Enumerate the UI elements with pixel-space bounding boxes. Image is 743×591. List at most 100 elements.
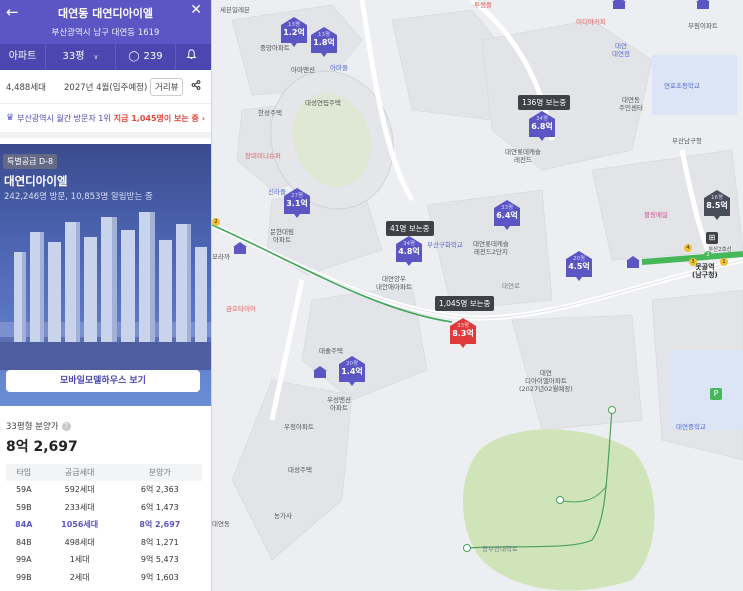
map-label: 아마플: [330, 64, 348, 72]
table-header: 분양가: [117, 464, 202, 481]
close-icon[interactable]: ✕: [190, 2, 202, 18]
price-pin[interactable]: 13평 1.8억: [311, 27, 337, 57]
chevron-down-icon: ∨: [93, 53, 99, 61]
complex-info-row: 4,488세대 2027년 4월(입주예정) 거리뷰: [0, 70, 211, 104]
map-view[interactable]: 세븐일레븐 중앙아파트 아마맨션 아마플 대성연립주택 한성주택 장미미니슈퍼 …: [212, 0, 743, 591]
viewing-now-link[interactable]: 지금 1,045명이 보는 중 ›: [114, 113, 205, 124]
exit-badge-icon: 2: [212, 218, 220, 226]
complex-marker-icon[interactable]: [612, 0, 626, 9]
map-label: 대연 디아이엘아파트 (2027년02월예정): [519, 369, 573, 393]
table-cell: 233세대: [64, 502, 95, 512]
exit-badge-icon: 2: [704, 251, 712, 259]
share-icon[interactable]: [191, 80, 201, 93]
rank-row: ♛ 부산광역시 월간 방문자 1위 지금 1,045명이 보는 중 ›: [0, 104, 211, 138]
table-row[interactable]: 99A 1세대 9억 5,473: [6, 551, 202, 569]
price-section: 33평형 분양가 ? 8억 2,697 타입 공급세대 분양가 59A 592세대…: [0, 414, 211, 586]
selected-price-pin[interactable]: 33평 8.3억: [450, 318, 476, 348]
pin-price: 6.4억: [496, 211, 518, 220]
table-cell: 9억 1,603: [140, 572, 179, 582]
price-pin[interactable]: 34평 6.8억: [529, 111, 555, 141]
table-cell: 2세대: [69, 572, 90, 582]
map-label: 부산구화학교: [427, 241, 463, 249]
price-pin[interactable]: 13평 1.2억: [281, 17, 307, 47]
map-label: 대연롯데캐슬 레전드: [505, 148, 541, 164]
map-label: 모라까: [212, 253, 230, 261]
price-value: 8억 2,697: [6, 439, 78, 455]
complex-marker-icon[interactable]: [313, 366, 327, 378]
viewers-tag[interactable]: 41명 보는중: [386, 221, 434, 236]
map-label: 대연 대연점: [612, 42, 630, 58]
pin-price: 6.8억: [531, 122, 553, 131]
viewers-tag[interactable]: 136명 보는중: [518, 95, 571, 110]
banner-stats: 242,246명 방문, 10,853명 알림받는 중: [4, 192, 153, 202]
chat-bubble-icon: ◯: [128, 51, 140, 62]
station-label: 못골역 (남구청): [692, 263, 718, 279]
promo-banner[interactable]: 특별공급 D-8 대연디아이엘 242,246명 방문, 10,853명 알림받…: [0, 144, 211, 406]
detail-panel: ← 대연동 대연디아이엘 ✕ 부산광역시 남구 대연동 1619 아파트 33평…: [0, 0, 212, 591]
move-in-date: 2027년 4월(입주예정): [64, 82, 148, 93]
apartment-rendering-image: [0, 212, 211, 370]
table-row[interactable]: 59B 233세대 6억 1,473: [6, 499, 202, 517]
table-cell: 59B: [15, 502, 32, 512]
table-row[interactable]: 99B 2세대 9억 1,603: [6, 569, 202, 587]
viewers-tag[interactable]: 1,045명 보는중: [435, 296, 495, 311]
complex-marker-icon[interactable]: [626, 256, 640, 268]
price-pin[interactable]: 20평 4.5억: [566, 251, 592, 281]
map-label: 농가사: [274, 512, 292, 520]
parking-icon[interactable]: P: [710, 388, 722, 400]
pin-price: 4.8억: [398, 247, 420, 256]
price-label: 33평형 분양가: [6, 422, 59, 432]
property-type-label: 아파트: [8, 51, 37, 62]
price-pin[interactable]: 33평 6.4억: [494, 200, 520, 230]
price-pin[interactable]: 16평 8.5억: [704, 190, 730, 220]
special-supply-tag: 특별공급 D-8: [3, 154, 58, 169]
map-label: 문현대림 아파트: [270, 228, 294, 244]
table-cell: 9억 5,473: [140, 555, 179, 565]
map-label: 대연동: [212, 520, 230, 528]
alert-bell-button[interactable]: [176, 44, 206, 70]
table-cell: 84A: [15, 520, 33, 530]
table-row[interactable]: 59A 592세대 6억 2,363: [6, 481, 202, 499]
crown-icon: ♛: [6, 113, 15, 123]
map-label: 장미미니슈퍼: [245, 152, 281, 160]
table-cell: 8억 1,271: [140, 537, 179, 547]
comments-button[interactable]: ◯ 239: [116, 44, 176, 70]
pin-price: 1.8억: [313, 38, 335, 47]
table-cell: 59A: [15, 485, 32, 495]
unit-type-table: 타입 공급세대 분양가 59A 592세대 6억 2,363 59B 233세대 6억 …: [6, 464, 202, 586]
price-pin[interactable]: 34평 4.8억: [396, 236, 422, 266]
map-label: 우정아파트: [284, 423, 314, 431]
table-cell: 1세대: [69, 555, 90, 565]
pin-price: 1.2억: [283, 28, 305, 37]
pin-price: 4.5억: [568, 262, 590, 271]
banner-title: 대연디아이엘: [4, 174, 68, 188]
subway-station-icon[interactable]: ⊞: [706, 232, 718, 244]
help-icon[interactable]: ?: [61, 421, 71, 431]
price-pin[interactable]: 27평 3.1억: [284, 188, 310, 218]
price-pin[interactable]: 20평 1.4억: [339, 356, 365, 386]
table-cell: 6억 1,473: [140, 502, 179, 512]
household-count: 4,488세대: [6, 82, 46, 93]
filter-bar: 아파트 33평 ∨ ◯ 239: [0, 44, 211, 70]
map-label: 대연동 주민센터: [619, 96, 643, 112]
map-label: 금호타이어: [226, 305, 256, 313]
map-label: 우성맨션 아파트: [327, 396, 351, 412]
exit-badge-icon: 4: [684, 244, 692, 252]
price-label-row: 33평형 분양가 ?: [6, 420, 206, 432]
table-cell: 1056세대: [61, 520, 99, 530]
road-label: 동부산대학로: [482, 545, 518, 553]
table-row[interactable]: 84B 498세대 8억 1,271: [6, 534, 202, 552]
complex-marker-icon[interactable]: [696, 0, 710, 9]
property-type-filter[interactable]: 아파트: [0, 44, 46, 70]
map-label: 투썸플: [474, 1, 492, 9]
table-row-selected[interactable]: 84A 1056세대 8억 2,697: [6, 516, 202, 534]
street-view-button[interactable]: 거리뷰: [150, 77, 184, 96]
map-label: 부산남구청: [672, 137, 702, 145]
table-cell: 99B: [15, 572, 32, 582]
complex-marker-icon[interactable]: [233, 242, 247, 254]
table-header: 공급세대: [41, 464, 118, 481]
model-house-button[interactable]: 모바일모델하우스 보기: [6, 370, 200, 392]
map-label: 대연롯데캐슬 레전드2단지: [473, 240, 509, 256]
bell-icon: [185, 49, 197, 59]
size-filter[interactable]: 33평 ∨: [46, 44, 116, 70]
